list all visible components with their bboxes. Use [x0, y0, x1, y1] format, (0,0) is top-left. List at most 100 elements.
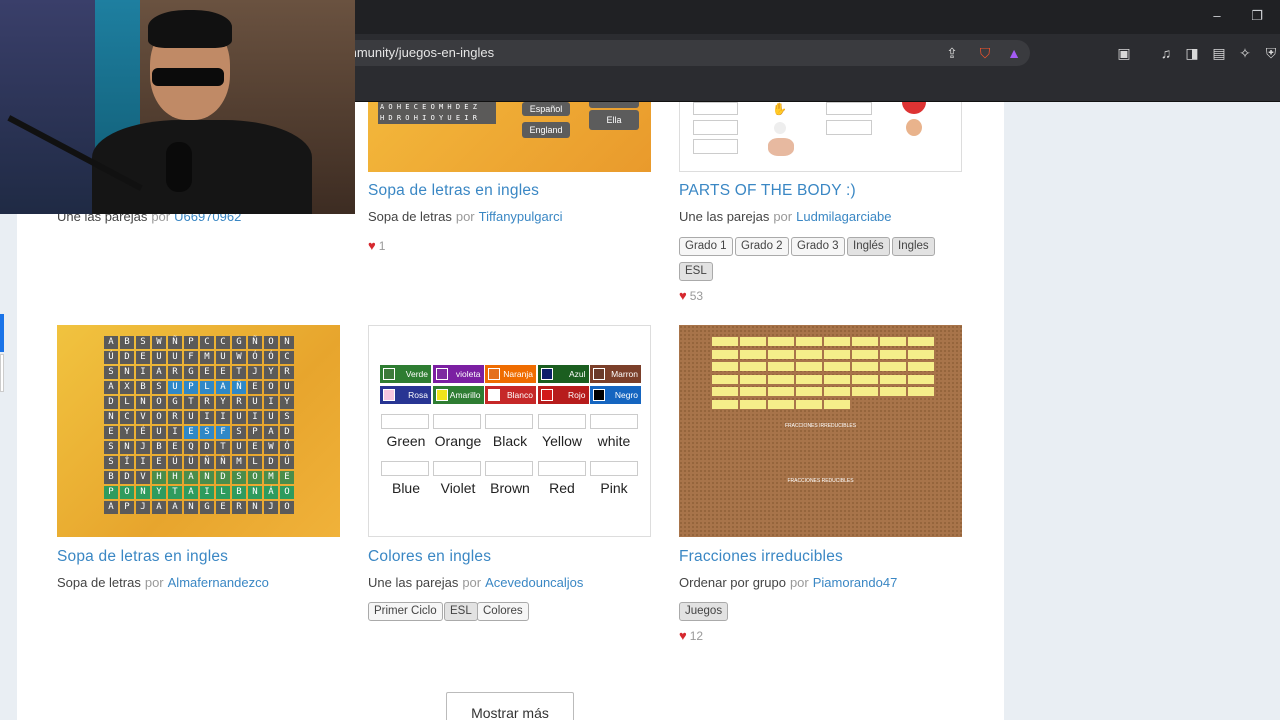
brave-rewards-icon[interactable]: ▲	[1005, 44, 1023, 62]
fraction-card	[768, 374, 794, 384]
color-swatch: Azul	[537, 365, 589, 383]
letter-cell: M	[232, 456, 246, 469]
color-word: Red	[549, 480, 575, 496]
letter-cell: B	[136, 381, 150, 394]
letter-cell: O	[152, 396, 166, 409]
tag[interactable]: Grado 3	[791, 237, 845, 256]
letter-cell: I	[264, 396, 278, 409]
activity-thumbnail[interactable]: FRACCIONES IRREDUCIBLES FRACCIONES REDUC…	[679, 325, 962, 537]
letter-cell: C	[280, 351, 294, 364]
side-tab-indicator[interactable]	[0, 314, 4, 352]
fraction-card	[768, 349, 794, 359]
color-word: Yellow	[542, 433, 582, 449]
share-icon[interactable]: ⇪	[943, 44, 961, 62]
letter-cell: O	[248, 471, 262, 484]
letter-cell: U	[168, 351, 182, 364]
word-chip: Español	[522, 102, 570, 116]
fraction-card	[712, 362, 738, 371]
show-more-button[interactable]: Mostrar más	[446, 692, 574, 720]
tag[interactable]: ESL	[679, 262, 713, 281]
activity-thumbnail[interactable]: Verde violeta Naranja Azul Marron Rosa Amarill…	[368, 325, 651, 537]
letter-cell: J	[264, 501, 278, 514]
activity-title[interactable]: Sopa de letras en ingles	[368, 182, 539, 200]
author-link[interactable]: Piamorando47	[813, 575, 898, 590]
activity-title[interactable]: Fracciones irreducibles	[679, 548, 843, 566]
letter-cell: W	[264, 441, 278, 454]
letter-cell: Ú	[280, 456, 294, 469]
letter-cell: Ó	[264, 351, 278, 364]
color-chip	[383, 368, 395, 380]
letter-cell: A	[184, 471, 198, 484]
color-swatch: Negro	[590, 386, 641, 404]
letter-cell: Y	[152, 486, 166, 499]
tag[interactable]: Inglés	[847, 237, 890, 256]
letter-cell: L	[120, 396, 134, 409]
wallet-icon[interactable]: ▤	[1210, 44, 1228, 62]
author-link[interactable]: Almafernandezco	[168, 575, 269, 590]
letter-cell: D	[120, 471, 134, 484]
letter-cell: R	[280, 366, 294, 379]
likes-count: 1	[378, 239, 386, 253]
activity-title[interactable]: Colores en ingles	[368, 548, 491, 566]
tag[interactable]: Grado 2	[735, 237, 789, 256]
answer-box	[538, 414, 586, 429]
media-icon[interactable]: ♫	[1157, 44, 1175, 62]
letter-cell: U	[232, 441, 246, 454]
answer-box	[433, 414, 481, 429]
activity-type: Une las parejas	[679, 209, 770, 224]
tag[interactable]: Grado 1	[679, 237, 733, 256]
activity-thumbnail[interactable]: ✋	[679, 102, 962, 172]
side-tab[interactable]	[0, 354, 4, 392]
tag[interactable]: Primer Ciclo	[368, 602, 443, 621]
fraction-card	[768, 387, 794, 396]
letter-cell: J	[248, 366, 262, 379]
fraction-card	[796, 387, 822, 396]
minimize-button[interactable]: –	[1207, 8, 1227, 23]
letter-cell: X	[120, 381, 134, 394]
vpn-icon[interactable]: ⛨	[1262, 44, 1280, 62]
likes: ♥ 12	[679, 628, 703, 643]
fraction-card	[824, 387, 850, 396]
author-link[interactable]: Ludmilagarciabe	[796, 209, 891, 224]
group-label: FRACCIONES IRREDUCIBLES	[784, 423, 857, 429]
tag[interactable]: ESL	[444, 602, 478, 621]
answer-box	[826, 102, 872, 115]
activity-thumbnail[interactable]: ABSWÑPCCGÑONÚDEUUFMUWÓÓCSNIARGEETJYRAXBS…	[57, 325, 340, 537]
letter-cell: N	[136, 486, 150, 499]
tag[interactable]: Ingles	[892, 237, 935, 256]
letter-cell: V	[136, 471, 150, 484]
color-word: Pink	[600, 480, 628, 496]
color-swatch: Rosa	[380, 386, 431, 404]
sidebar-icon[interactable]: ◨	[1183, 44, 1201, 62]
activity-thumbnail[interactable]: A O H E C E O M H D E ZH D R O H I O Y U…	[368, 102, 651, 172]
restore-button[interactable]: ❐	[1247, 8, 1267, 24]
heart-icon: ♥	[679, 288, 687, 303]
color-swatch: Verde	[380, 365, 431, 383]
letter-cell: A	[152, 501, 166, 514]
letter-cell: L	[216, 486, 230, 499]
letter-cell: U	[280, 381, 294, 394]
letter-cell: E	[152, 456, 166, 469]
letter-cell: R	[168, 366, 182, 379]
answer-box	[485, 461, 533, 476]
letter-cell: R	[168, 411, 182, 424]
letter-cell: I	[136, 456, 150, 469]
activity-title[interactable]: PARTS OF THE BODY :)	[679, 182, 856, 200]
leo-ai-icon[interactable]: ✧	[1236, 44, 1254, 62]
fraction-card	[852, 349, 878, 359]
activity-title[interactable]: Sopa de letras en ingles	[57, 548, 228, 566]
screenshot-icon[interactable]: ▣	[1115, 44, 1133, 62]
brave-shield-icon[interactable]: ⛉	[976, 44, 994, 62]
color-swatch: Naranja	[485, 365, 536, 383]
letter-cell: P	[184, 336, 198, 349]
fraction-card	[908, 387, 934, 396]
tag[interactable]: Colores	[477, 602, 529, 621]
letter-cell: S	[232, 471, 246, 484]
letter-cell: V	[136, 411, 150, 424]
author-link[interactable]: Tiffanypulgarci	[479, 209, 563, 224]
letter-cell: A	[264, 426, 278, 439]
letter-cell: I	[136, 366, 150, 379]
activity-type: Sopa de letras	[368, 209, 452, 224]
author-link[interactable]: Acevedouncaljos	[485, 575, 583, 590]
tag[interactable]: Juegos	[679, 602, 729, 621]
